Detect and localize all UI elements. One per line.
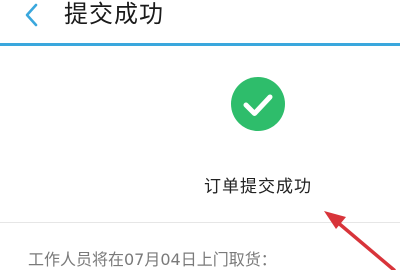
back-button[interactable] <box>22 2 42 28</box>
pickup-notice: 工作人员将在07月04日上门取货： <box>28 250 277 269</box>
chevron-left-icon <box>25 3 38 27</box>
check-circle-icon <box>230 76 286 132</box>
divider <box>0 222 400 223</box>
success-message: 订单提交成功 <box>204 177 312 197</box>
page-title: 提交成功 <box>64 0 164 28</box>
order-success-page: 提交成功 订单提交成功 工作人员将在07月04日上门取货： <box>0 0 400 270</box>
header-underline <box>0 43 400 46</box>
header-bar: 提交成功 <box>0 0 400 42</box>
